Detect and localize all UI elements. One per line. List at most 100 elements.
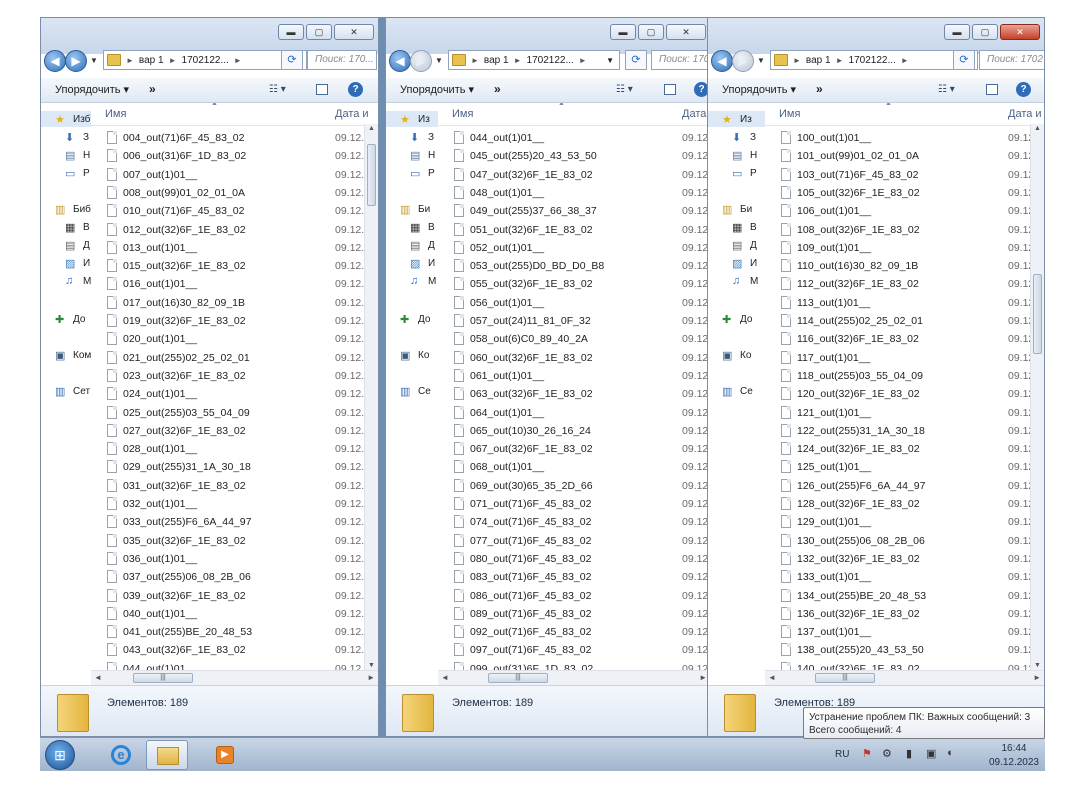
minimize-button[interactable]: ▬	[944, 24, 970, 40]
nav-item-9[interactable]: ♫ М	[65, 273, 91, 289]
nav-item-12[interactable]: ▥ Се	[722, 383, 753, 399]
breadcrumb-segment[interactable]: вар 1	[484, 55, 509, 66]
scroll-right-icon[interactable]: ►	[1033, 673, 1041, 682]
breadcrumb-separator-icon[interactable]: ►	[234, 56, 242, 65]
file-row[interactable]: 100_out(1)01__ 09.12.	[765, 130, 1044, 148]
battery-icon[interactable]: ▮	[906, 747, 912, 760]
file-row[interactable]: 039_out(32)6F_1E_83_02 09.12.	[91, 588, 378, 606]
clock[interactable]: 16:44 09.12.2023	[989, 742, 1039, 770]
nav-item-5[interactable]: ▥ Би	[722, 201, 752, 217]
file-row[interactable]: 138_out(255)20_43_53_50 09.12.	[765, 642, 1044, 660]
back-arrow-icon[interactable]: ◀	[711, 50, 733, 72]
file-row[interactable]: 092_out(71)6F_45_83_02 09.12	[438, 624, 710, 642]
address-bar[interactable]: ► вар 1 ► 1702122... ► ▼	[448, 50, 620, 70]
file-row[interactable]: 110_out(16)30_82_09_1B 09.12.	[765, 258, 1044, 276]
preview-pane-icon[interactable]	[664, 84, 676, 95]
horizontal-scroll-thumb[interactable]: |||	[133, 673, 193, 683]
nav-item-9[interactable]: ♫ М	[410, 273, 436, 289]
close-button[interactable]: ✕	[666, 24, 706, 40]
taskbar-internet-explorer[interactable]: e	[100, 740, 142, 770]
breadcrumb-separator-icon[interactable]: ►	[836, 56, 844, 65]
file-row[interactable]: 083_out(71)6F_45_83_02 09.12	[438, 569, 710, 587]
scroll-left-icon[interactable]: ◄	[441, 673, 449, 682]
maximize-button[interactable]: ▢	[638, 24, 664, 40]
back-arrow-icon[interactable]: ◀	[44, 50, 66, 72]
file-row[interactable]: 056_out(1)01__ 09.12	[438, 295, 710, 313]
nav-item-4[interactable]: ▭ Р	[732, 165, 757, 181]
language-indicator[interactable]: RU	[835, 749, 849, 760]
breadcrumb-separator-icon[interactable]: ►	[901, 56, 909, 65]
refresh-icon[interactable]: ⟳	[281, 50, 303, 70]
address-dropdown-icon[interactable]: ▼	[606, 56, 614, 65]
column-header-name[interactable]: Имя	[105, 108, 126, 120]
nav-item-12[interactable]: ▥ Се	[400, 383, 431, 399]
file-row[interactable]: 015_out(32)6F_1E_83_02 09.12.	[91, 258, 378, 276]
nav-item-7[interactable]: ▤ Д	[732, 237, 757, 253]
file-row[interactable]: 077_out(71)6F_45_83_02 09.12	[438, 533, 710, 551]
forward-arrow-icon[interactable]: ▶	[732, 50, 754, 72]
recent-pages-chevron-icon[interactable]: ▼	[757, 56, 765, 65]
nav-item-5[interactable]: ▥ Би	[400, 201, 430, 217]
file-row[interactable]: 134_out(255)BE_20_48_53 09.12.	[765, 588, 1044, 606]
vertical-scrollbar[interactable]: ▲ ▼	[1030, 124, 1044, 670]
file-row[interactable]: 027_out(32)6F_1E_83_02 09.12.	[91, 423, 378, 441]
file-row[interactable]: 105_out(32)6F_1E_83_02 09.12.	[765, 185, 1044, 203]
file-row[interactable]: 007_out(1)01__ 09.12.	[91, 167, 378, 185]
file-row[interactable]: 055_out(32)6F_1E_83_02 09.12	[438, 276, 710, 294]
nav-item-3[interactable]: ▤ Н	[732, 147, 757, 163]
forward-arrow-icon[interactable]: ▶	[410, 50, 432, 72]
file-row[interactable]: 122_out(255)31_1A_30_18 09.12.	[765, 423, 1044, 441]
file-row[interactable]: 031_out(32)6F_1E_83_02 09.12.	[91, 478, 378, 496]
file-row[interactable]: 061_out(1)01__ 09.12	[438, 368, 710, 386]
vertical-scroll-thumb[interactable]	[367, 144, 376, 206]
file-row[interactable]: 097_out(71)6F_45_83_02 09.12	[438, 642, 710, 660]
scroll-right-icon[interactable]: ►	[367, 673, 375, 682]
file-row[interactable]: 028_out(1)01__ 09.12.	[91, 441, 378, 459]
nav-item-8[interactable]: ▨ И	[410, 255, 435, 271]
file-row[interactable]: 101_out(99)01_02_01_0A 09.12.	[765, 148, 1044, 166]
vertical-scroll-thumb[interactable]	[1033, 274, 1042, 354]
breadcrumb-separator-icon[interactable]: ►	[514, 56, 522, 65]
file-row[interactable]: 033_out(255)F6_6A_44_97 09.12.	[91, 514, 378, 532]
nav-item-7[interactable]: ▤ Д	[410, 237, 435, 253]
file-row[interactable]: 125_out(1)01__ 09.12.	[765, 459, 1044, 477]
file-row[interactable]: 032_out(1)01__ 09.12.	[91, 496, 378, 514]
action-center-flag-icon[interactable]: ⚑	[862, 747, 872, 760]
nav-item-12[interactable]: ▥ Сет	[55, 383, 90, 399]
organize-menu-button[interactable]: Упорядочить ▾	[55, 83, 129, 96]
file-row[interactable]: 048_out(1)01__ 09.12	[438, 185, 710, 203]
nav-item-7[interactable]: ▤ Д	[65, 237, 90, 253]
explorer-window-2[interactable]: ▬ ▢ ✕ ◀ ▶ ▼ ► вар 1 ► 1702122... ► ▼ ⟳ Поиск: 170 Упор…	[385, 17, 711, 737]
file-row[interactable]: 129_out(1)01__ 09.12.	[765, 514, 1044, 532]
file-row[interactable]: 016_out(1)01__ 09.12.	[91, 276, 378, 294]
breadcrumb-separator-icon[interactable]: ►	[579, 56, 587, 65]
nav-item-3[interactable]: ▤ Н	[410, 147, 435, 163]
breadcrumb-segment[interactable]: вар 1	[139, 55, 164, 66]
maximize-button[interactable]: ▢	[972, 24, 998, 40]
safely-remove-icon[interactable]: ⚙	[882, 747, 892, 760]
file-row[interactable]: 049_out(255)37_66_38_37 09.12	[438, 203, 710, 221]
horizontal-scroll-thumb[interactable]: |||	[488, 673, 548, 683]
nav-item-2[interactable]: ⬇ З	[65, 129, 89, 145]
more-commands-button[interactable]: »	[149, 82, 156, 96]
file-row[interactable]: 069_out(30)65_35_2D_66 09.12	[438, 478, 710, 496]
file-row[interactable]: 086_out(71)6F_45_83_02 09.12	[438, 588, 710, 606]
nav-item-2[interactable]: ⬇ З	[732, 129, 756, 145]
view-options-icon[interactable]: ☷ ▾	[938, 84, 955, 95]
file-row[interactable]: 008_out(99)01_02_01_0A 09.12.	[91, 185, 378, 203]
nav-item-1[interactable]: ★ Изб	[41, 111, 91, 127]
search-input[interactable]: Поиск: 170...	[307, 50, 377, 70]
nav-item-10[interactable]: ✚ До	[400, 311, 430, 327]
file-row[interactable]: 019_out(32)6F_1E_83_02 09.12.	[91, 313, 378, 331]
file-row[interactable]: 109_out(1)01__ 09.12.	[765, 240, 1044, 258]
more-commands-button[interactable]: »	[494, 82, 501, 96]
file-row[interactable]: 024_out(1)01__ 09.12.	[91, 386, 378, 404]
nav-item-10[interactable]: ✚ До	[722, 311, 752, 327]
nav-item-2[interactable]: ⬇ З	[410, 129, 434, 145]
close-button[interactable]: ✕	[1000, 24, 1040, 40]
refresh-icon[interactable]: ⟳	[625, 50, 647, 70]
file-row[interactable]: 112_out(32)6F_1E_83_02 09.12.	[765, 276, 1044, 294]
scroll-up-icon[interactable]: ▲	[368, 125, 375, 132]
file-row[interactable]: 012_out(32)6F_1E_83_02 09.12.	[91, 222, 378, 240]
breadcrumb-separator-icon[interactable]: ►	[169, 56, 177, 65]
